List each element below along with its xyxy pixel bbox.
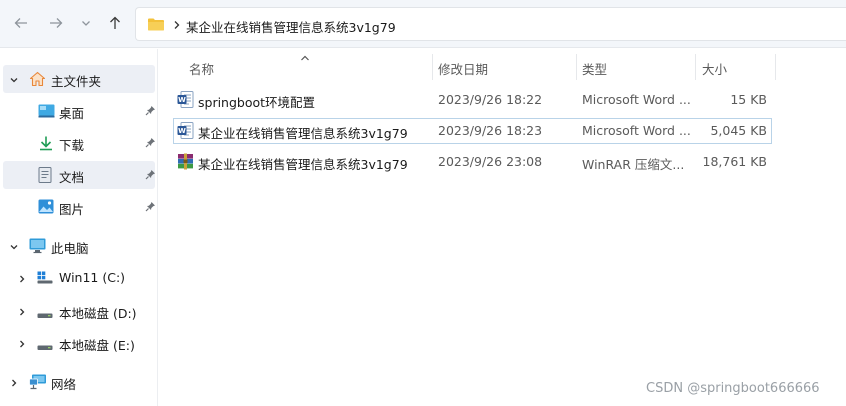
navigation-bar: 某企业在线销售管理信息系统3v1g79	[0, 0, 846, 48]
svg-text:W: W	[178, 127, 186, 135]
sidebar-item-drive-c[interactable]: Win11 (C:)	[0, 264, 155, 292]
sidebar-item-label: 网络	[51, 377, 77, 392]
file-modified: 2023/9/26 18:23	[438, 123, 543, 138]
sidebar-item-label: 下载	[59, 138, 85, 153]
sidebar-item-network[interactable]: 网络	[0, 368, 155, 396]
navigation-pane: 主文件夹 桌面 下载 文档 图片 此电脑 Win11 (C:) 本地磁盘 (D:…	[0, 49, 158, 406]
svg-text:W: W	[178, 96, 186, 104]
file-modified: 2023/9/26 18:22	[438, 92, 543, 107]
winrar-archive-icon	[177, 153, 194, 173]
network-icon	[29, 374, 47, 393]
disk-drive-icon	[37, 340, 53, 354]
pin-icon[interactable]	[145, 169, 156, 183]
file-modified: 2023/9/26 23:08	[438, 154, 543, 169]
pin-icon[interactable]	[145, 201, 156, 215]
file-size: 18,761 KB	[702, 154, 767, 169]
arrow-up-icon[interactable]	[105, 12, 125, 34]
file-row[interactable]: W 某企业在线销售管理信息系统3v1g79 2023/9/26 18:23 Mi…	[173, 118, 772, 144]
sidebar-item-drive-d[interactable]: 本地磁盘 (D:)	[0, 297, 155, 325]
file-name: springboot环境配置	[198, 95, 316, 110]
file-size: 5,045 KB	[710, 123, 767, 138]
file-row[interactable]: W springboot环境配置 2023/9/26 18:22 Microso…	[173, 87, 772, 113]
sidebar-item-label: 文档	[59, 170, 85, 185]
pin-icon[interactable]	[145, 105, 156, 119]
chevron-down-icon[interactable]	[9, 74, 19, 88]
windows-drive-icon	[37, 271, 53, 287]
desktop-icon	[38, 104, 55, 121]
word-doc-icon: W	[177, 122, 194, 142]
file-type: WinRAR 压缩文...	[582, 157, 685, 172]
column-header-size[interactable]: 大小	[702, 59, 727, 78]
sidebar-item-pictures[interactable]: 图片	[3, 193, 155, 221]
file-size: 15 KB	[730, 92, 767, 107]
file-row[interactable]: 某企业在线销售管理信息系统3v1g79 2023/9/26 23:08 WinR…	[173, 149, 772, 175]
column-divider[interactable]	[695, 54, 696, 80]
column-header-modified[interactable]: 修改日期	[438, 59, 488, 78]
chevron-right-icon[interactable]	[173, 19, 181, 33]
sidebar-item-label: 桌面	[59, 106, 85, 121]
file-name: 某企业在线销售管理信息系统3v1g79	[198, 157, 408, 172]
address-bar[interactable]: 某企业在线销售管理信息系统3v1g79	[135, 7, 846, 41]
sidebar-item-drive-e[interactable]: 本地磁盘 (E:)	[0, 329, 155, 357]
word-doc-icon: W	[177, 91, 194, 111]
folder-icon	[147, 17, 165, 35]
sidebar-item-home[interactable]: 主文件夹	[3, 65, 155, 93]
sidebar-item-label: 主文件夹	[51, 74, 102, 89]
sidebar-item-documents[interactable]: 文档	[3, 161, 155, 189]
column-divider[interactable]	[775, 54, 776, 80]
sidebar-item-label: 此电脑	[51, 241, 89, 256]
document-icon	[38, 167, 52, 186]
chevron-right-icon[interactable]	[9, 377, 19, 391]
chevron-right-icon[interactable]	[17, 338, 27, 352]
chevron-right-icon[interactable]	[17, 306, 27, 320]
column-divider[interactable]	[432, 54, 433, 80]
sidebar-item-label: 本地磁盘 (D:)	[59, 306, 137, 321]
chevron-down-icon[interactable]	[9, 241, 19, 255]
download-icon	[38, 135, 54, 154]
column-divider[interactable]	[576, 54, 577, 80]
file-type: Microsoft Word ...	[582, 123, 691, 138]
column-header-row: 名称 修改日期 类型 大小	[173, 53, 773, 79]
chevron-down-icon[interactable]	[76, 12, 96, 34]
chevron-right-icon[interactable]	[17, 273, 27, 287]
disk-drive-icon	[37, 308, 53, 322]
file-name: 某企业在线销售管理信息系统3v1g79	[198, 126, 408, 141]
breadcrumb[interactable]: 某企业在线销售管理信息系统3v1g79	[186, 17, 396, 36]
sidebar-item-desktop[interactable]: 桌面	[3, 97, 155, 125]
sidebar-item-label: 本地磁盘 (E:)	[59, 338, 135, 353]
arrow-right-icon[interactable]	[46, 12, 66, 34]
watermark: CSDN @springboot666666	[598, 376, 846, 404]
arrow-left-icon[interactable]	[11, 12, 31, 34]
picture-icon	[38, 199, 54, 217]
sidebar-item-this-pc[interactable]: 此电脑	[0, 232, 155, 260]
pin-icon[interactable]	[145, 137, 156, 151]
file-type: Microsoft Word ...	[582, 92, 691, 107]
sidebar-item-label: 图片	[59, 202, 85, 217]
column-header-type[interactable]: 类型	[582, 59, 607, 78]
monitor-icon	[29, 238, 46, 257]
home-icon	[29, 71, 46, 90]
column-header-name[interactable]: 名称	[189, 59, 214, 78]
sidebar-item-label: Win11 (C:)	[59, 270, 126, 285]
sidebar-item-downloads[interactable]: 下载	[3, 129, 155, 157]
